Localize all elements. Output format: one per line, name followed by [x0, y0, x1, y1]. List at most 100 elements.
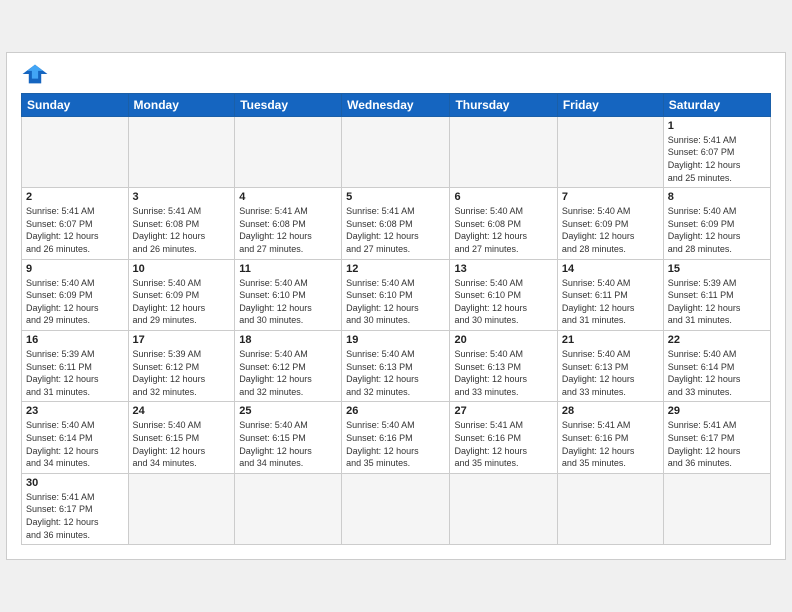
calendar-cell: 8 Sunrise: 5:40 AM Sunset: 6:09 PM Daylig…: [663, 188, 770, 259]
calendar-container: SundayMondayTuesdayWednesdayThursdayFrid…: [6, 52, 786, 560]
day-number: 3: [133, 191, 231, 203]
day-number: 6: [454, 191, 552, 203]
day-number: 28: [562, 405, 659, 417]
week-row-6: 30 Sunrise: 5:41 AM Sunset: 6:17 PM Dayli…: [22, 473, 771, 544]
calendar-cell: 3 Sunrise: 5:41 AM Sunset: 6:08 PM Daylig…: [128, 188, 235, 259]
day-number: 7: [562, 191, 659, 203]
day-info: Sunrise: 5:40 AM Sunset: 6:10 PM Dayligh…: [346, 277, 445, 327]
day-info: Sunrise: 5:40 AM Sunset: 6:11 PM Dayligh…: [562, 277, 659, 327]
day-info: Sunrise: 5:41 AM Sunset: 6:16 PM Dayligh…: [562, 419, 659, 469]
week-row-2: 2 Sunrise: 5:41 AM Sunset: 6:07 PM Daylig…: [22, 188, 771, 259]
calendar-cell: 29 Sunrise: 5:41 AM Sunset: 6:17 PM Dayli…: [663, 402, 770, 473]
day-info: Sunrise: 5:39 AM Sunset: 6:11 PM Dayligh…: [668, 277, 766, 327]
day-info: Sunrise: 5:40 AM Sunset: 6:13 PM Dayligh…: [562, 348, 659, 398]
day-info: Sunrise: 5:40 AM Sunset: 6:14 PM Dayligh…: [26, 419, 124, 469]
calendar-cell: [128, 473, 235, 544]
calendar-cell: 26 Sunrise: 5:40 AM Sunset: 6:16 PM Dayli…: [342, 402, 450, 473]
day-number: 2: [26, 191, 124, 203]
calendar-cell: [450, 116, 557, 187]
day-number: 21: [562, 334, 659, 346]
day-info: Sunrise: 5:41 AM Sunset: 6:08 PM Dayligh…: [346, 205, 445, 255]
day-info: Sunrise: 5:41 AM Sunset: 6:17 PM Dayligh…: [26, 491, 124, 541]
calendar-cell: 19Sunrise: 5:40 AM Sunset: 6:13 PM Dayli…: [342, 331, 450, 402]
calendar-cell: 4 Sunrise: 5:41 AM Sunset: 6:08 PM Daylig…: [235, 188, 342, 259]
calendar-cell: 10Sunrise: 5:40 AM Sunset: 6:09 PM Dayli…: [128, 259, 235, 330]
weekday-header-thursday: Thursday: [450, 93, 557, 116]
day-number: 5: [346, 191, 445, 203]
day-info: Sunrise: 5:39 AM Sunset: 6:12 PM Dayligh…: [133, 348, 231, 398]
calendar-cell: 7 Sunrise: 5:40 AM Sunset: 6:09 PM Daylig…: [557, 188, 663, 259]
calendar-cell: 30 Sunrise: 5:41 AM Sunset: 6:17 PM Dayli…: [22, 473, 129, 544]
day-info: Sunrise: 5:40 AM Sunset: 6:10 PM Dayligh…: [239, 277, 337, 327]
day-number: 29: [668, 405, 766, 417]
calendar-cell: 12Sunrise: 5:40 AM Sunset: 6:10 PM Dayli…: [342, 259, 450, 330]
day-info: Sunrise: 5:40 AM Sunset: 6:13 PM Dayligh…: [346, 348, 445, 398]
calendar-table: SundayMondayTuesdayWednesdayThursdayFrid…: [21, 93, 771, 545]
day-info: Sunrise: 5:40 AM Sunset: 6:13 PM Dayligh…: [454, 348, 552, 398]
day-number: 20: [454, 334, 552, 346]
day-number: 1: [668, 120, 766, 132]
day-info: Sunrise: 5:40 AM Sunset: 6:15 PM Dayligh…: [239, 419, 337, 469]
day-number: 24: [133, 405, 231, 417]
day-info: Sunrise: 5:40 AM Sunset: 6:09 PM Dayligh…: [133, 277, 231, 327]
day-number: 30: [26, 477, 124, 489]
day-number: 16: [26, 334, 124, 346]
weekday-header-friday: Friday: [557, 93, 663, 116]
weekday-header-tuesday: Tuesday: [235, 93, 342, 116]
day-number: 13: [454, 263, 552, 275]
calendar-cell: 9 Sunrise: 5:40 AM Sunset: 6:09 PM Daylig…: [22, 259, 129, 330]
day-number: 9: [26, 263, 124, 275]
day-number: 8: [668, 191, 766, 203]
calendar-cell: 2 Sunrise: 5:41 AM Sunset: 6:07 PM Daylig…: [22, 188, 129, 259]
day-info: Sunrise: 5:40 AM Sunset: 6:16 PM Dayligh…: [346, 419, 445, 469]
calendar-cell: 1 Sunrise: 5:41 AM Sunset: 6:07 PM Daylig…: [663, 116, 770, 187]
calendar-cell: 6 Sunrise: 5:40 AM Sunset: 6:08 PM Daylig…: [450, 188, 557, 259]
day-info: Sunrise: 5:40 AM Sunset: 6:09 PM Dayligh…: [26, 277, 124, 327]
week-row-3: 9 Sunrise: 5:40 AM Sunset: 6:09 PM Daylig…: [22, 259, 771, 330]
weekday-header-sunday: Sunday: [22, 93, 129, 116]
day-number: 4: [239, 191, 337, 203]
day-number: 15: [668, 263, 766, 275]
weekday-header-monday: Monday: [128, 93, 235, 116]
calendar-cell: [342, 473, 450, 544]
day-info: Sunrise: 5:41 AM Sunset: 6:08 PM Dayligh…: [239, 205, 337, 255]
day-info: Sunrise: 5:41 AM Sunset: 6:16 PM Dayligh…: [454, 419, 552, 469]
calendar-cell: [557, 473, 663, 544]
header: [21, 63, 771, 85]
calendar-cell: 23 Sunrise: 5:40 AM Sunset: 6:14 PM Dayli…: [22, 402, 129, 473]
day-info: Sunrise: 5:40 AM Sunset: 6:15 PM Dayligh…: [133, 419, 231, 469]
calendar-cell: 18Sunrise: 5:40 AM Sunset: 6:12 PM Dayli…: [235, 331, 342, 402]
calendar-cell: 15 Sunrise: 5:39 AM Sunset: 6:11 PM Dayli…: [663, 259, 770, 330]
calendar-cell: 24 Sunrise: 5:40 AM Sunset: 6:15 PM Dayli…: [128, 402, 235, 473]
day-number: 22: [668, 334, 766, 346]
calendar-cell: [128, 116, 235, 187]
day-info: Sunrise: 5:40 AM Sunset: 6:14 PM Dayligh…: [668, 348, 766, 398]
day-number: 18: [239, 334, 337, 346]
day-number: 14: [562, 263, 659, 275]
calendar-cell: [342, 116, 450, 187]
calendar-cell: [663, 473, 770, 544]
day-number: 23: [26, 405, 124, 417]
day-info: Sunrise: 5:39 AM Sunset: 6:11 PM Dayligh…: [26, 348, 124, 398]
weekday-header-wednesday: Wednesday: [342, 93, 450, 116]
day-info: Sunrise: 5:40 AM Sunset: 6:09 PM Dayligh…: [562, 205, 659, 255]
logo-icon: [21, 63, 49, 85]
day-info: Sunrise: 5:41 AM Sunset: 6:08 PM Dayligh…: [133, 205, 231, 255]
day-info: Sunrise: 5:40 AM Sunset: 6:08 PM Dayligh…: [454, 205, 552, 255]
week-row-5: 23 Sunrise: 5:40 AM Sunset: 6:14 PM Dayli…: [22, 402, 771, 473]
day-info: Sunrise: 5:40 AM Sunset: 6:09 PM Dayligh…: [668, 205, 766, 255]
day-info: Sunrise: 5:41 AM Sunset: 6:17 PM Dayligh…: [668, 419, 766, 469]
calendar-cell: 28 Sunrise: 5:41 AM Sunset: 6:16 PM Dayli…: [557, 402, 663, 473]
day-number: 26: [346, 405, 445, 417]
day-info: Sunrise: 5:41 AM Sunset: 6:07 PM Dayligh…: [668, 134, 766, 184]
day-info: Sunrise: 5:40 AM Sunset: 6:10 PM Dayligh…: [454, 277, 552, 327]
day-info: Sunrise: 5:41 AM Sunset: 6:07 PM Dayligh…: [26, 205, 124, 255]
week-row-4: 16 Sunrise: 5:39 AM Sunset: 6:11 PM Dayli…: [22, 331, 771, 402]
day-number: 11: [239, 263, 337, 275]
calendar-cell: 17Sunrise: 5:39 AM Sunset: 6:12 PM Dayli…: [128, 331, 235, 402]
calendar-cell: 22 Sunrise: 5:40 AM Sunset: 6:14 PM Dayli…: [663, 331, 770, 402]
calendar-cell: 16 Sunrise: 5:39 AM Sunset: 6:11 PM Dayli…: [22, 331, 129, 402]
calendar-cell: 13 Sunrise: 5:40 AM Sunset: 6:10 PM Dayli…: [450, 259, 557, 330]
calendar-cell: 11 Sunrise: 5:40 AM Sunset: 6:10 PM Dayli…: [235, 259, 342, 330]
calendar-cell: 25Sunrise: 5:40 AM Sunset: 6:15 PM Dayli…: [235, 402, 342, 473]
